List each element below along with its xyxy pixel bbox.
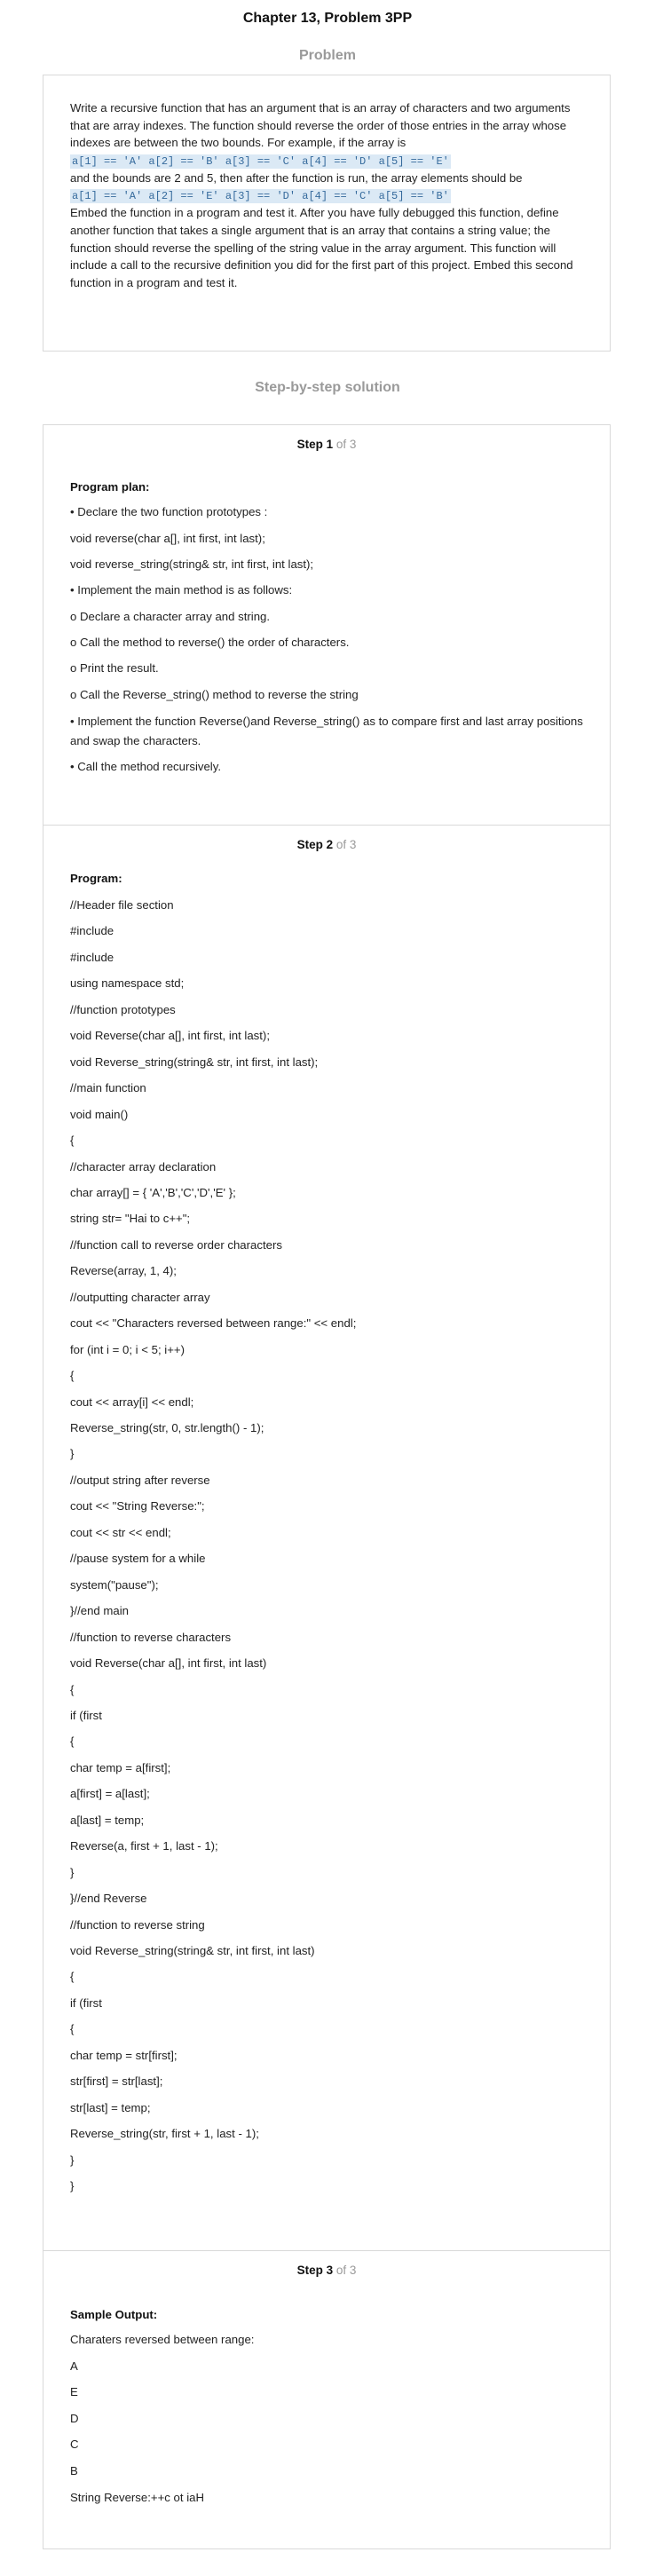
code-line: Reverse(a, first + 1, last - 1); [70,1839,218,1853]
step-2-header: Step 2 of 3 [43,836,610,854]
code-example-after: a[1] == 'A' a[2] == 'E' a[3] == 'D' a[4]… [70,189,451,204]
code-line: cout << str << endl; [70,1525,171,1539]
code-line: Reverse(array, 1, 4); [70,1264,177,1278]
page-title: Chapter 13, Problem 3PP [242,11,413,26]
code-line: //pause system for a while [70,1552,206,1566]
output-line: E [70,2385,78,2399]
step-label: Step 1 [296,438,334,451]
text-line: • Implement the main method is as follow… [70,583,293,597]
code-line: Reverse_string(str, first + 1, last - 1)… [70,2127,259,2141]
code-line: } [70,1447,75,1461]
step-of-total: of 3 [333,438,357,451]
step-1-section: Step 1 of 3 Program plan: • Declare the … [43,425,610,825]
code-line: }//end Reverse [70,1892,147,1906]
code-line: } [70,2179,75,2193]
step-of-total: of 3 [333,838,357,851]
text-line: o Call the method to reverse() the order… [70,636,350,649]
output-line: A [70,2359,78,2373]
text-line: • Declare the two function prototypes : [70,505,268,518]
code-line: system("pause"); [70,1577,159,1592]
code-line: }//end main [70,1604,129,1618]
step-3-section: Step 3 of 3 Sample Output: Charaters rev… [43,2250,610,2549]
output-line: D [70,2411,79,2425]
problem-heading: Problem [298,48,356,63]
output-line: B [70,2464,78,2477]
code-line: { [70,1369,75,1383]
problem-paragraph: Embed the function in a program and test… [70,206,573,289]
code-line: a[last] = temp; [70,1813,145,1827]
step-1-header: Step 1 of 3 [43,436,610,454]
text-line: o Print the result. [70,661,159,675]
step-title: Program plan: [70,480,150,494]
code-line: using namespace std; [70,976,185,991]
code-line: if (first [70,1995,102,2010]
code-line: cout << array[i] << endl; [70,1395,194,1409]
code-line: void Reverse_string(string& str, int fir… [70,1944,315,1957]
code-line: //function prototypes [70,1002,176,1016]
code-line: cout << "String Reverse:"; [70,1499,205,1513]
output-line: C [70,2438,79,2452]
code-line: if (first [70,1708,102,1722]
problem-card: Write a recursive function that has an a… [43,75,611,352]
code-line: char array[] = { 'A','B','C','D','E' }; [70,1185,236,1199]
step-title: Program: [70,872,122,885]
code-line: { [70,1970,75,1984]
code-line: //main function [70,1081,146,1095]
code-line: { [70,1734,75,1749]
code-line: { [70,1134,75,1148]
solution-card: Step 1 of 3 Program plan: • Declare the … [43,424,611,2549]
code-line: #include [70,950,114,964]
code-line: char temp = a[first]; [70,1760,171,1774]
code-line: #include [70,924,114,938]
code-line: //function call to reverse order charact… [70,1237,282,1252]
code-line: } [70,2153,75,2167]
code-line: { [70,1682,75,1696]
code-line: //Header file section [70,898,174,912]
step-3-header: Step 3 of 3 [43,2262,610,2280]
step-label: Step 3 [296,2264,334,2277]
text-line: • Call the method recursively. [70,760,222,773]
code-line: str[first] = str[last]; [70,2074,163,2089]
code-line: void Reverse(char a[], int first, int la… [70,1656,267,1671]
problem-paragraph: Write a recursive function that has an a… [70,101,571,150]
code-line: } [70,1865,75,1879]
text-line: void reverse_string(string& str, int fir… [70,557,314,571]
step-2-section: Step 2 of 3 Program: //Header file secti… [43,825,610,2251]
code-line: //function to reverse string [70,1917,205,1932]
code-line: void main() [70,1107,129,1121]
code-line: char temp = str[first]; [70,2048,178,2062]
code-line: for (int i = 0; i < 5; i++) [70,1342,185,1356]
problem-statement: Write a recursive function that has an a… [70,99,585,291]
solution-heading: Step-by-step solution [255,380,400,395]
step-label: Step 2 [296,838,334,851]
code-line: { [70,2022,75,2036]
code-line: string str= "Hai to c++"; [70,1212,191,1226]
code-line: //outputting character array [70,1290,210,1304]
code-line: cout << "Characters reversed between ran… [70,1316,357,1331]
text-line: void reverse(char a[], int first, int la… [70,532,265,545]
problem-paragraph: and the bounds are 2 and 5, then after t… [70,170,523,185]
code-line: void Reverse(char a[], int first, int la… [70,1029,270,1043]
text-line: o Call the Reverse_string() method to re… [70,688,359,701]
code-line: Reverse_string(str, 0, str.length() - 1)… [70,1421,264,1434]
output-line: String Reverse:++c ot iaH [70,2490,204,2504]
code-line: str[last] = temp; [70,2100,151,2114]
step-of-total: of 3 [333,2264,357,2277]
text-line: o Declare a character array and string. [70,610,271,623]
code-line: //output string after reverse [70,1473,210,1487]
code-line: a[first] = a[last]; [70,1787,150,1801]
text-line: • Implement the function Reverse()and Re… [70,715,583,747]
output-line: Charaters reversed between range: [70,2333,255,2346]
code-line: void Reverse_string(string& str, int fir… [70,1055,319,1069]
code-example-before: a[1] == 'A' a[2] == 'B' a[3] == 'C' a[4]… [70,154,451,169]
step-title: Sample Output: [70,2308,158,2321]
code-line: //function to reverse characters [70,1630,232,1644]
code-line: //character array declaration [70,1159,217,1173]
